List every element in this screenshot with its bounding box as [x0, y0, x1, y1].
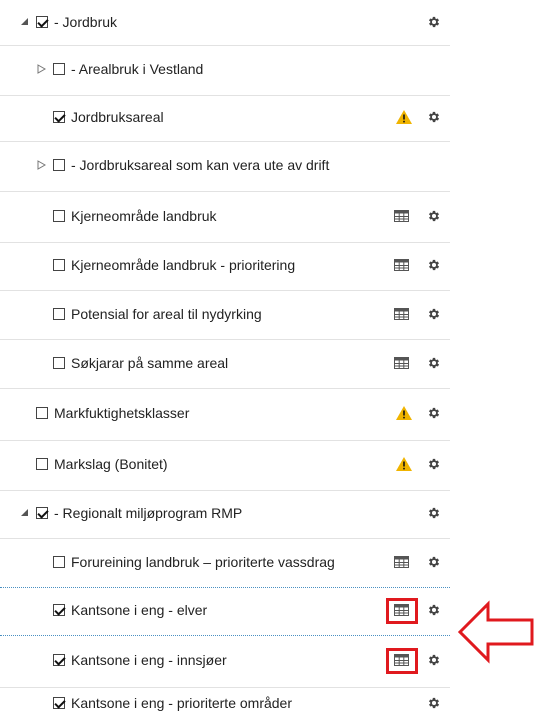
gear-icon[interactable]: [427, 406, 441, 420]
layer-label[interactable]: Kantsone i eng - innsjøer: [71, 652, 227, 668]
layer-label[interactable]: Søkjarar på samme areal: [71, 355, 228, 371]
layer-row: Jordbruksareal: [0, 95, 450, 142]
table-icon[interactable]: [394, 357, 409, 369]
gear-icon[interactable]: [427, 307, 441, 321]
red-arrow-left-icon: [458, 600, 534, 664]
gear-icon[interactable]: [427, 506, 441, 520]
layer-checkbox[interactable]: [53, 604, 66, 616]
layer-row: Forureining landbruk – prioriterte vassd…: [0, 538, 450, 588]
gear-icon[interactable]: [427, 356, 441, 370]
gear-icon[interactable]: [427, 696, 441, 710]
highlight-box: [386, 648, 418, 674]
layer-label[interactable]: Potensial for areal til nydyrking: [71, 306, 262, 322]
layer-row: Kantsone i eng - innsjøer: [0, 635, 450, 688]
warning-icon: [396, 406, 412, 420]
gear-icon[interactable]: [427, 209, 441, 223]
layer-label[interactable]: - Regionalt miljøprogram RMP: [54, 505, 242, 521]
warning-icon: [396, 457, 412, 471]
highlight-box: [386, 598, 418, 624]
layer-label[interactable]: Forureining landbruk – prioriterte vassd…: [71, 554, 335, 570]
layer-checkbox[interactable]: [53, 259, 65, 271]
layer-row: Kjerneområde landbruk: [0, 191, 450, 243]
table-icon[interactable]: [394, 308, 409, 320]
triangle-expanded-icon[interactable]: [20, 508, 29, 519]
layer-label[interactable]: Markfuktighetsklasser: [54, 405, 189, 421]
table-icon[interactable]: [394, 210, 409, 222]
layer-checkbox[interactable]: [36, 507, 49, 519]
layer-row: Kantsone i eng - prioriterte områder: [0, 687, 450, 720]
layer-checkbox[interactable]: [36, 16, 49, 28]
gear-icon[interactable]: [427, 603, 441, 617]
layer-label[interactable]: Kjerneområde landbruk - prioritering: [71, 257, 295, 273]
gear-icon[interactable]: [427, 653, 441, 667]
layer-label[interactable]: Kantsone i eng - elver: [71, 602, 207, 618]
gear-icon[interactable]: [427, 258, 441, 272]
table-icon[interactable]: [394, 259, 409, 271]
layer-checkbox[interactable]: [53, 111, 66, 123]
table-icon[interactable]: [394, 556, 409, 568]
triangle-expanded-icon[interactable]: [20, 17, 29, 28]
layer-label[interactable]: Jordbruksareal: [71, 109, 164, 125]
layer-label[interactable]: Kjerneområde landbruk: [71, 208, 217, 224]
layer-label[interactable]: - Arealbruk i Vestland: [71, 61, 203, 77]
layer-checkbox[interactable]: [36, 407, 48, 419]
layer-row: - Regionalt miljøprogram RMP: [0, 490, 450, 539]
layer-row: Potensial for areal til nydyrking: [0, 290, 450, 340]
layer-row: - Arealbruk i Vestland: [0, 45, 450, 96]
gear-icon[interactable]: [427, 555, 441, 569]
layer-checkbox[interactable]: [53, 357, 65, 369]
layer-label[interactable]: Kantsone i eng - prioriterte områder: [71, 695, 292, 711]
layer-row: - Jordbruk: [0, 0, 450, 46]
layer-row: Markfuktighetsklasser: [0, 388, 450, 441]
layer-row: Kjerneområde landbruk - prioritering: [0, 242, 450, 291]
layer-row: Søkjarar på samme areal: [0, 339, 450, 389]
layer-row: Markslag (Bonitet): [0, 440, 450, 491]
warning-icon: [396, 110, 412, 124]
gear-icon[interactable]: [427, 457, 441, 471]
layer-row: Kantsone i eng - elver: [0, 587, 450, 636]
layer-checkbox[interactable]: [36, 458, 48, 470]
layer-row: - Jordbruksareal som kan vera ute av dri…: [0, 141, 450, 192]
layer-checkbox[interactable]: [53, 556, 65, 568]
layer-checkbox[interactable]: [53, 654, 66, 666]
layer-label[interactable]: - Jordbruk: [54, 14, 117, 30]
layer-label[interactable]: - Jordbruksareal som kan vera ute av dri…: [71, 157, 329, 173]
layer-label[interactable]: Markslag (Bonitet): [54, 456, 168, 472]
layer-checkbox[interactable]: [53, 63, 65, 75]
layer-checkbox[interactable]: [53, 159, 65, 171]
gear-icon[interactable]: [427, 15, 441, 29]
layer-list: - Jordbruk - Arealbruk i Vestland Jordbruk…: [0, 0, 450, 720]
layer-checkbox[interactable]: [53, 308, 65, 320]
layer-checkbox[interactable]: [53, 210, 65, 222]
layer-checkbox[interactable]: [53, 697, 66, 709]
gear-icon[interactable]: [427, 110, 441, 124]
triangle-collapsed-icon[interactable]: [37, 64, 47, 76]
triangle-collapsed-icon[interactable]: [37, 160, 47, 172]
